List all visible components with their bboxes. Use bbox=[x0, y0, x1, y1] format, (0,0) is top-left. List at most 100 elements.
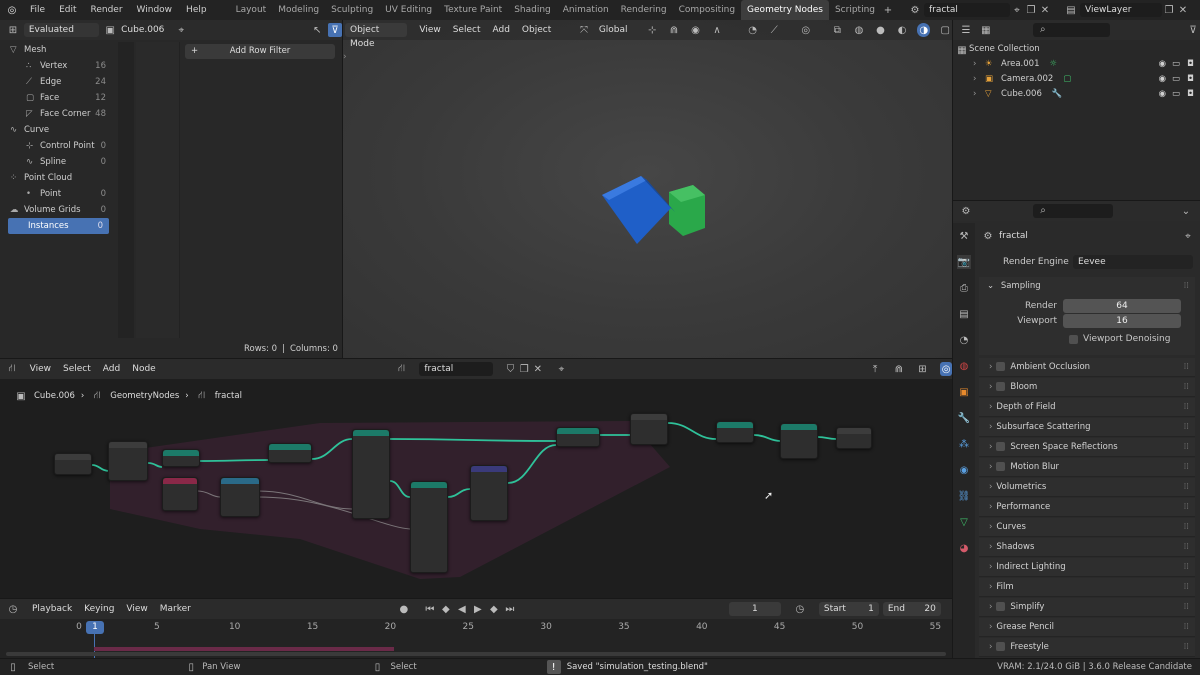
record-icon[interactable]: ● bbox=[397, 602, 411, 616]
next-keyframe-icon[interactable]: ◆ bbox=[487, 602, 501, 616]
domain-control-point[interactable]: ⊹ Control Point 0 bbox=[0, 138, 112, 154]
tab-modeling[interactable]: Modeling bbox=[272, 0, 325, 20]
display-mode-icon[interactable]: ▦ bbox=[979, 23, 993, 37]
simulation-output-node[interactable] bbox=[630, 413, 668, 445]
section-grease-pencil[interactable]: › Grease Pencil ⁞⁞ bbox=[979, 618, 1195, 637]
drag-handle-icon[interactable]: ⁞⁞ bbox=[1184, 438, 1189, 457]
section-screen-space-reflections[interactable]: › Screen Space Reflections ⁞⁞ bbox=[979, 438, 1195, 457]
render-disable-icon[interactable]: ◘ bbox=[1187, 72, 1194, 87]
tab-geometry-nodes[interactable]: Geometry Nodes bbox=[741, 0, 829, 20]
section-motion-blur[interactable]: › Motion Blur ⁞⁞ bbox=[979, 458, 1195, 477]
drag-handle-icon[interactable]: ⁞⁞ bbox=[1184, 558, 1189, 577]
sun-data-icon[interactable]: ☼ bbox=[1050, 59, 1058, 69]
unlink-tree-icon[interactable]: ✕ bbox=[532, 362, 544, 376]
store-attribute-node[interactable] bbox=[470, 465, 508, 521]
tab-uv-editing[interactable]: UV Editing bbox=[379, 0, 438, 20]
world-tab-icon[interactable]: ◍ bbox=[957, 359, 971, 373]
view-layer-tab-icon[interactable]: ▤ bbox=[957, 307, 971, 321]
physics-tab-icon[interactable]: ◉ bbox=[957, 463, 971, 477]
viewport-disable-icon[interactable]: ▭ bbox=[1172, 87, 1180, 102]
tab-scripting[interactable]: Scripting bbox=[829, 0, 881, 20]
transform-geometry-node[interactable] bbox=[410, 481, 448, 573]
outliner-item-area-001[interactable]: › ☀ Area.001 ☼ ◉ ▭ ◘ bbox=[953, 57, 1200, 72]
node-menu-node[interactable]: Node bbox=[132, 364, 156, 374]
xray-icon[interactable]: ⧉ bbox=[831, 23, 845, 37]
domain-face[interactable]: ▢ Face 12 bbox=[0, 90, 112, 106]
outliner-item-camera-002[interactable]: › ▣ Camera.002 ▢ ◉ ▭ ◘ bbox=[953, 72, 1200, 87]
viewport-denoising-row[interactable]: Viewport Denoising bbox=[979, 334, 1195, 344]
timeline-menu-view[interactable]: View bbox=[126, 604, 147, 614]
overlays-icon[interactable]: ◎ bbox=[940, 362, 952, 376]
constraints-tab-icon[interactable]: ⛓ bbox=[957, 489, 971, 503]
render-samples-field[interactable]: 64 bbox=[1063, 299, 1181, 313]
realize-output-node[interactable] bbox=[716, 421, 754, 443]
timeline-scrollbar[interactable] bbox=[6, 652, 946, 656]
menu-file[interactable]: File bbox=[23, 0, 52, 20]
preview-range-icon[interactable]: ◷ bbox=[793, 602, 807, 616]
timeline-menu-keying[interactable]: Keying bbox=[84, 604, 114, 614]
visibility-eye-icon[interactable]: ◉ bbox=[1159, 57, 1166, 72]
section-depth-of-field[interactable]: › Depth of Field ⁞⁞ bbox=[979, 398, 1195, 417]
domain-vertex[interactable]: ∴ Vertex 16 bbox=[0, 58, 112, 74]
drag-handle-icon[interactable]: ⁞⁞ bbox=[1184, 498, 1189, 517]
section-enable-checkbox[interactable] bbox=[996, 642, 1006, 651]
group-input-node[interactable] bbox=[54, 453, 92, 475]
outliner-search[interactable]: ⌕ bbox=[1032, 23, 1111, 37]
domain-point[interactable]: • Point 0 bbox=[0, 186, 112, 202]
domain-instances[interactable]: Instances 0 bbox=[8, 218, 109, 234]
prev-keyframe-icon[interactable]: ◆ bbox=[439, 602, 453, 616]
3d-viewport[interactable]: Object Mode View Select Add Object ⤧ Global… bbox=[343, 20, 952, 358]
tab-compositing[interactable]: Compositing bbox=[673, 0, 741, 20]
viewlayer-name-field[interactable]: ViewLayer bbox=[1080, 3, 1162, 17]
expand-arrow-icon[interactable]: › bbox=[973, 57, 976, 72]
outliner-filter-icon[interactable]: ⊽ bbox=[1186, 23, 1200, 37]
pin-scene-icon[interactable]: ⌖ bbox=[1010, 3, 1024, 17]
viewport-disable-icon[interactable]: ▭ bbox=[1172, 72, 1180, 87]
domain-spline[interactable]: ∿ Spline 0 bbox=[0, 154, 112, 170]
render-disable-icon[interactable]: ◘ bbox=[1187, 57, 1194, 72]
duplicate-viewlayer-icon[interactable]: ❐ bbox=[1162, 3, 1176, 17]
end-frame-field[interactable]: End 20 bbox=[882, 602, 941, 616]
drag-handle-icon[interactable]: ⁞⁞ bbox=[1184, 378, 1189, 397]
object-mode-dropdown[interactable]: Object Mode bbox=[345, 23, 408, 49]
timeline-menu-playback[interactable]: Playback bbox=[32, 604, 72, 614]
pivot-icon[interactable]: ⊹ bbox=[646, 23, 660, 37]
snap-mode-icon[interactable]: ⊞ bbox=[917, 362, 929, 376]
expand-arrow-icon[interactable]: › bbox=[973, 72, 976, 87]
section-ambient-occlusion[interactable]: › Ambient Occlusion ⁞⁞ bbox=[979, 358, 1195, 377]
drag-handle-icon[interactable]: ⁞⁞ bbox=[1184, 598, 1189, 617]
tab-texture-paint[interactable]: Texture Paint bbox=[438, 0, 508, 20]
evaluation-mode-dropdown[interactable]: Evaluated bbox=[23, 23, 100, 37]
viewport-denoising-checkbox[interactable] bbox=[1069, 334, 1078, 344]
node-menu-select[interactable]: Select bbox=[63, 364, 91, 374]
start-frame-field[interactable]: Start 1 bbox=[818, 602, 879, 616]
scene-collection-row[interactable]: ▦ Scene Collection bbox=[953, 42, 1200, 57]
shading-rendered-icon[interactable]: ◑ bbox=[916, 23, 931, 37]
sampling-header[interactable]: ⌄ Sampling ⁞⁞ bbox=[979, 277, 1195, 295]
domain-mesh[interactable]: ▽ Mesh bbox=[0, 42, 112, 58]
jump-start-icon[interactable]: ⏮ bbox=[423, 602, 437, 616]
drag-handle-icon[interactable]: ⁞⁞ bbox=[1184, 418, 1189, 437]
domain-face-corner[interactable]: ◸ Face Corner 48 bbox=[0, 106, 112, 122]
visibility-eye-icon[interactable]: ◉ bbox=[1159, 87, 1166, 102]
node-tree-name-field[interactable]: fractal bbox=[419, 362, 493, 376]
section-enable-checkbox[interactable] bbox=[996, 462, 1006, 471]
sample-index-node[interactable] bbox=[162, 477, 198, 511]
viewport-menu-object[interactable]: Object bbox=[522, 25, 551, 35]
drag-handle-icon[interactable]: ⁞⁞ bbox=[1184, 398, 1189, 417]
section-simplify[interactable]: › Simplify ⁞⁞ bbox=[979, 598, 1195, 617]
close-scene-icon[interactable]: ✕ bbox=[1038, 3, 1052, 17]
orientation-dropdown[interactable]: Global bbox=[599, 25, 628, 35]
drag-handle-icon[interactable]: ⁞⁞ bbox=[1184, 538, 1189, 557]
section-freestyle[interactable]: › Freestyle ⁞⁞ bbox=[979, 638, 1195, 657]
simulation-input-node[interactable] bbox=[108, 441, 148, 481]
transform-node[interactable] bbox=[162, 449, 200, 467]
visibility-icon[interactable]: ◔ bbox=[746, 23, 760, 37]
instance-on-points-node[interactable] bbox=[352, 429, 390, 519]
shading-material-icon[interactable]: ◐ bbox=[895, 23, 909, 37]
viewport-disable-icon[interactable]: ▭ bbox=[1172, 57, 1180, 72]
node-menu-view[interactable]: View bbox=[30, 364, 51, 374]
section-enable-checkbox[interactable] bbox=[996, 442, 1006, 451]
tab-animation[interactable]: Animation bbox=[557, 0, 615, 20]
object-tab-icon[interactable]: ▣ bbox=[957, 385, 971, 399]
